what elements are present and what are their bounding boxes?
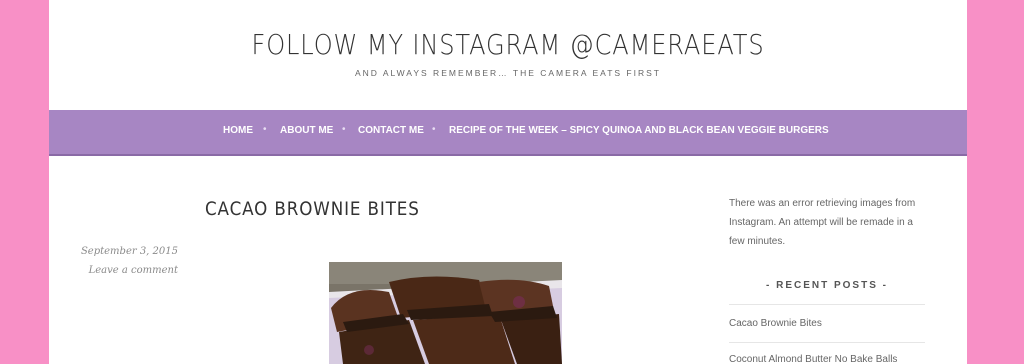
site-header: FOLLOW MY INSTAGRAM @CAMERAEATS AND ALWA… xyxy=(49,0,967,110)
page: FOLLOW MY INSTAGRAM @CAMERAEATS AND ALWA… xyxy=(49,0,967,364)
nav-item-home[interactable]: HOME xyxy=(223,125,253,136)
nav-item-contact-me[interactable]: CONTACT ME xyxy=(358,125,424,136)
nav-separator: • xyxy=(432,124,436,135)
divider xyxy=(729,342,925,343)
nav-item-about-me[interactable]: ABOUT ME xyxy=(280,125,333,136)
recent-posts-title: - RECENT POSTS - xyxy=(765,280,888,291)
instagram-error-text: There was an error retrieving images fro… xyxy=(729,198,916,247)
post-featured-image xyxy=(329,262,562,364)
recent-post-link[interactable]: Coconut Almond Butter No Bake Balls xyxy=(729,354,897,364)
divider xyxy=(729,304,925,305)
site-tagline: AND ALWAYS REMEMBER… THE CAMERA EATS FIR… xyxy=(355,68,661,78)
post-date[interactable]: September 3, 2015 xyxy=(81,246,178,257)
recent-post-link[interactable]: Cacao Brownie Bites xyxy=(729,318,822,329)
post-title[interactable]: CACAO BROWNIE BITES xyxy=(205,198,420,220)
nav-separator: • xyxy=(263,124,267,135)
main-navigation: HOME • ABOUT ME • CONTACT ME • RECIPE OF… xyxy=(49,110,967,156)
nav-item-recipe-of-the-week[interactable]: RECIPE OF THE WEEK – SPICY QUINOA AND BL… xyxy=(449,125,829,136)
brownie-photo-image xyxy=(329,262,562,364)
site-title[interactable]: FOLLOW MY INSTAGRAM @CAMERAEATS xyxy=(113,28,902,61)
nav-separator: • xyxy=(342,124,346,135)
leave-comment-link[interactable]: Leave a comment xyxy=(89,265,178,276)
